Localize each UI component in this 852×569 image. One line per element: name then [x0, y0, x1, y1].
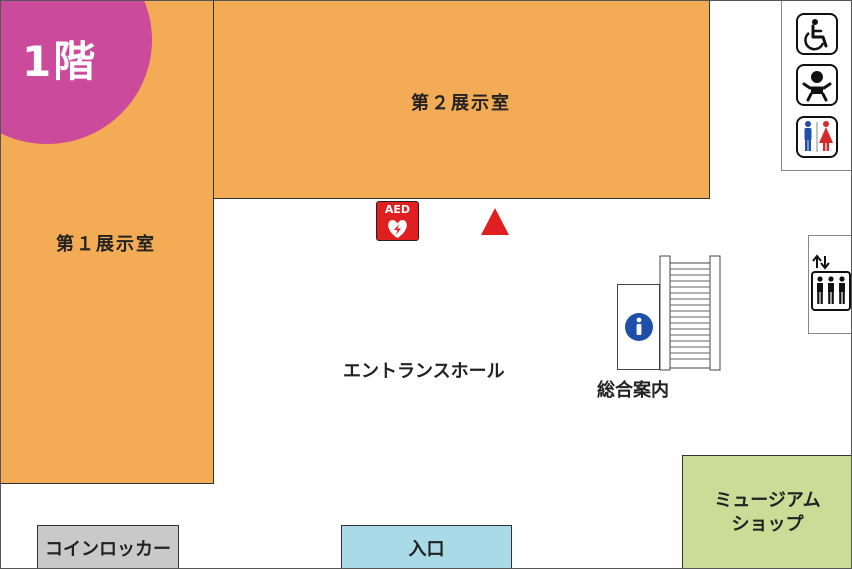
escalator-icon[interactable]: [659, 255, 722, 372]
museum-shop-label: ミュージアム ショップ: [714, 489, 821, 535]
coin-locker[interactable]: コインロッカー: [37, 525, 179, 569]
floor-map: 第１展示室 第２展示室 1階 エントランスホール AED 総合案内 ミュージアム…: [0, 0, 852, 569]
elevator-icon[interactable]: [811, 254, 851, 312]
entrance[interactable]: 入口: [341, 525, 512, 569]
wheelchair-icon[interactable]: [796, 13, 838, 55]
aed-icon[interactable]: AED: [376, 201, 419, 241]
museum-shop[interactable]: ミュージアム ショップ: [682, 455, 852, 569]
entrance-hall-label: エントランスホール: [343, 361, 505, 382]
exhibition-room-2-label: 第２展示室: [411, 93, 511, 114]
info-icon: [625, 313, 653, 341]
baby-changing-icon[interactable]: [796, 64, 838, 106]
information-label: 総合案内: [597, 380, 669, 401]
restroom-icon[interactable]: [796, 116, 838, 158]
exhibition-room-1-label: 第１展示室: [56, 234, 156, 255]
coin-locker-label: コインロッカー: [45, 538, 171, 560]
floor-badge-label: 1階: [22, 37, 98, 86]
entrance-label: 入口: [408, 538, 445, 560]
current-location-icon: [481, 208, 509, 235]
